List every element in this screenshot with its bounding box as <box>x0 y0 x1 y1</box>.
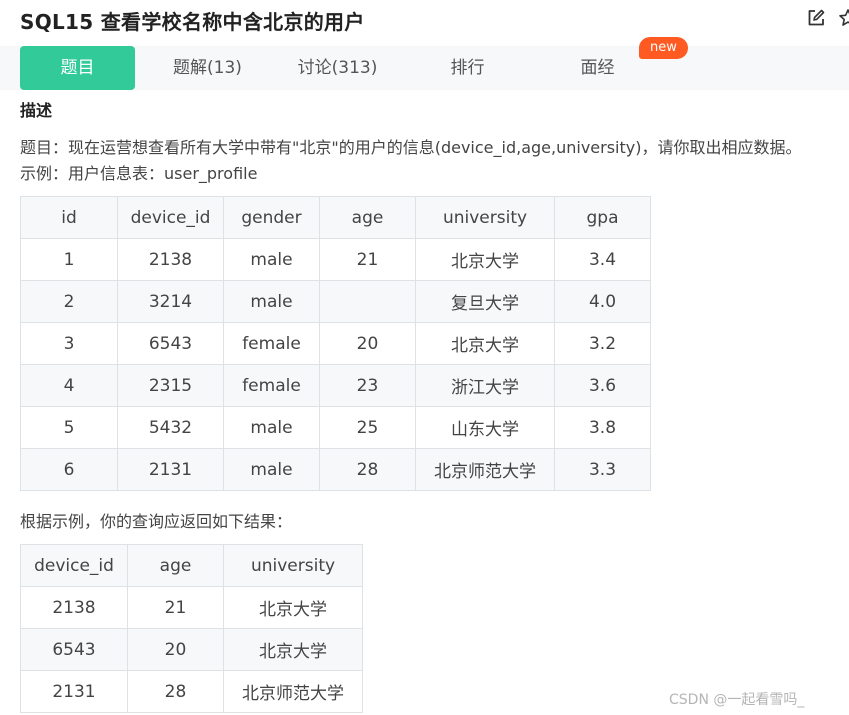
star-icon[interactable] <box>838 8 849 28</box>
title-bar: SQL15 查看学校名称中含北京的用户 <box>0 0 849 40</box>
table-cell: male <box>223 280 320 323</box>
result-table: device_id age university 2138 21 北京大学 65… <box>20 544 363 713</box>
table-cell: male <box>223 406 320 449</box>
description-heading: 描述 <box>20 101 53 120</box>
table-cell: 23 <box>319 364 416 407</box>
table-row: 4 2315 female 23 浙江大学 3.6 <box>20 364 651 407</box>
table-header-row: id device_id gender age university gpa <box>20 196 651 239</box>
tab-bar: 题目 题解(13) 讨论(313) 排行 面经 <box>0 46 849 90</box>
table-cell: 3.2 <box>554 322 651 365</box>
page-title: SQL15 查看学校名称中含北京的用户 <box>20 10 365 34</box>
table-header-cell: university <box>415 196 555 239</box>
tab-interview[interactable]: 面经 <box>540 46 655 90</box>
table-cell: 25 <box>319 406 416 449</box>
tab-discussion[interactable]: 讨论(313) <box>280 46 395 90</box>
problem-statement: 题目：现在运营想查看所有大学中带有"北京"的用户的信息(device_id,ag… <box>20 138 802 157</box>
table-cell: 复旦大学 <box>415 280 555 323</box>
table-cell: 3.3 <box>554 448 651 491</box>
tab-solutions[interactable]: 题解(13) <box>150 46 265 90</box>
table-cell: 6 <box>20 448 118 491</box>
table-row: 3 6543 female 20 北京大学 3.2 <box>20 322 651 365</box>
table-cell: 3.6 <box>554 364 651 407</box>
table-cell: female <box>223 364 320 407</box>
table-row: 2 3214 male 复旦大学 4.0 <box>20 280 651 323</box>
result-intro: 根据示例，你的查询应返回如下结果： <box>20 512 293 531</box>
table-cell: 3.4 <box>554 238 651 281</box>
table-header-cell: university <box>223 544 363 587</box>
table-cell: 北京大学 <box>415 238 555 281</box>
table-cell: 4 <box>20 364 118 407</box>
table-cell: 2131 <box>117 448 224 491</box>
table-cell: 21 <box>127 586 224 629</box>
table-cell: 北京大学 <box>223 628 363 671</box>
table-cell: female <box>223 322 320 365</box>
table-header-cell: gender <box>223 196 320 239</box>
table-cell: 2315 <box>117 364 224 407</box>
table-cell <box>319 280 416 323</box>
table-header-cell: device_id <box>20 544 128 587</box>
table-header-cell: age <box>319 196 416 239</box>
tab-ranking[interactable]: 排行 <box>410 46 525 90</box>
table-header-cell: device_id <box>117 196 224 239</box>
table-cell: 4.0 <box>554 280 651 323</box>
tab-problem[interactable]: 题目 <box>20 46 135 90</box>
table-cell: 28 <box>127 670 224 713</box>
watermark: CSDN @一起看雪吗_ <box>669 692 805 708</box>
table-header-row: device_id age university <box>20 544 363 587</box>
table-cell: 3 <box>20 322 118 365</box>
table-cell: male <box>223 238 320 281</box>
table-cell: 20 <box>127 628 224 671</box>
table-cell: 2138 <box>117 238 224 281</box>
table-cell: 北京大学 <box>415 322 555 365</box>
table-header-cell: id <box>20 196 118 239</box>
table-cell: 3.8 <box>554 406 651 449</box>
table-cell: 21 <box>319 238 416 281</box>
table-header-cell: gpa <box>554 196 651 239</box>
table-cell: 1 <box>20 238 118 281</box>
table-cell: 20 <box>319 322 416 365</box>
table-cell: 山东大学 <box>415 406 555 449</box>
table-cell: 北京师范大学 <box>223 670 363 713</box>
table-cell: 5 <box>20 406 118 449</box>
table-cell: 6543 <box>20 628 128 671</box>
table-cell: 浙江大学 <box>415 364 555 407</box>
table-row: 2138 21 北京大学 <box>20 586 363 629</box>
table-cell: 2131 <box>20 670 128 713</box>
table-row: 1 2138 male 21 北京大学 3.4 <box>20 238 651 281</box>
table-row: 2131 28 北京师范大学 <box>20 670 363 713</box>
table-row: 6543 20 北京大学 <box>20 628 363 671</box>
table-cell: 28 <box>319 448 416 491</box>
table-cell: 北京师范大学 <box>415 448 555 491</box>
example-label: 示例：用户信息表：user_profile <box>20 164 258 183</box>
table-cell: 5432 <box>117 406 224 449</box>
table-header-cell: age <box>127 544 224 587</box>
table-row: 6 2131 male 28 北京师范大学 3.3 <box>20 448 651 491</box>
table-cell: 2 <box>20 280 118 323</box>
table-cell: 北京大学 <box>223 586 363 629</box>
table-cell: 2138 <box>20 586 128 629</box>
table-cell: male <box>223 448 320 491</box>
table-row: 5 5432 male 25 山东大学 3.8 <box>20 406 651 449</box>
edit-icon[interactable] <box>806 8 826 28</box>
table-cell: 6543 <box>117 322 224 365</box>
table-cell: 3214 <box>117 280 224 323</box>
new-badge: new <box>639 37 688 59</box>
user-profile-table: id device_id gender age university gpa 1… <box>20 196 651 491</box>
